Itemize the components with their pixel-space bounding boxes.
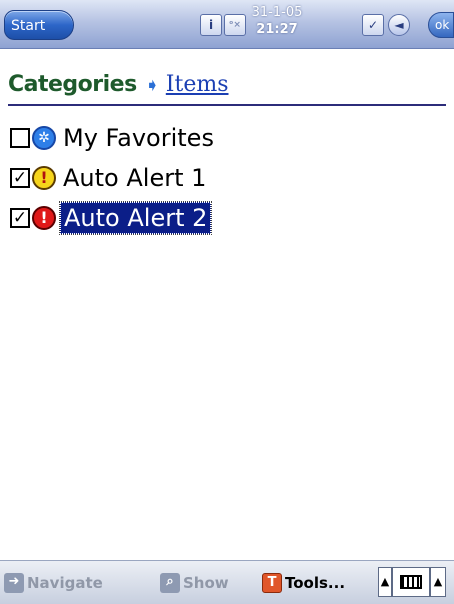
tools-label: Tools... <box>285 574 346 592</box>
ok-button[interactable]: ok <box>428 12 454 38</box>
start-button[interactable]: Start <box>4 10 74 40</box>
sip-menu-arrow[interactable]: ▲ <box>430 567 446 597</box>
tools-icon: T <box>262 573 282 593</box>
item-label: Auto Alert 1 <box>63 164 207 192</box>
list-item-auto-alert-1[interactable]: ✓ ! Auto Alert 1 <box>0 158 454 198</box>
breadcrumb-items-link[interactable]: Items <box>166 72 229 97</box>
navigate-arrow-icon: ➜ <box>4 573 24 593</box>
show-label: Show <box>183 574 229 592</box>
breadcrumb: Categories ➧ Items <box>8 70 229 100</box>
keyboard-button[interactable] <box>392 567 430 597</box>
sip-up-arrow[interactable]: ▲ <box>378 567 392 597</box>
item-label: My Favorites <box>63 124 214 152</box>
show-menu[interactable]: ⌕ Show <box>160 570 229 596</box>
favorites-icon: ✲ <box>32 126 56 150</box>
item-checkbox[interactable]: ✓ <box>10 208 30 228</box>
clock[interactable]: 31-1-05 21:27 <box>243 4 311 46</box>
tasks-checkbox-icon[interactable]: ✓ <box>362 14 384 36</box>
menu-bar: ➜ Navigate ⌕ Show T Tools... ▲ ▲ <box>0 560 454 604</box>
item-checkbox[interactable] <box>10 128 30 148</box>
alert-yellow-icon: ! <box>32 166 56 190</box>
item-checkbox[interactable]: ✓ <box>10 168 30 188</box>
info-icon[interactable]: i <box>200 14 222 36</box>
list-item-my-favorites[interactable]: ✲ My Favorites <box>0 118 454 158</box>
back-arrow-icon[interactable]: ◄ <box>388 14 410 36</box>
alert-red-icon: ! <box>32 206 56 230</box>
breadcrumb-categories[interactable]: Categories <box>8 72 137 97</box>
items-list: ✲ My Favorites ✓ ! Auto Alert 1 ✓ ! Auto… <box>0 118 454 238</box>
navigate-label: Navigate <box>27 574 103 592</box>
tools-menu[interactable]: T Tools... <box>262 570 345 596</box>
show-search-icon: ⌕ <box>160 573 180 593</box>
time-text: 21:27 <box>256 22 298 37</box>
date-text: 31-1-05 <box>251 5 303 20</box>
title-bar: Start i ᵒ× 31-1-05 21:27 ✓ ◄ ok <box>0 0 454 49</box>
breadcrumb-divider <box>8 104 446 106</box>
item-label-selected: Auto Alert 2 <box>58 201 213 235</box>
keyboard-icon <box>400 575 422 589</box>
navigate-menu[interactable]: ➜ Navigate <box>4 570 103 596</box>
breadcrumb-arrow-icon: ➧ <box>144 75 160 96</box>
list-item-auto-alert-2[interactable]: ✓ ! Auto Alert 2 <box>0 198 454 238</box>
